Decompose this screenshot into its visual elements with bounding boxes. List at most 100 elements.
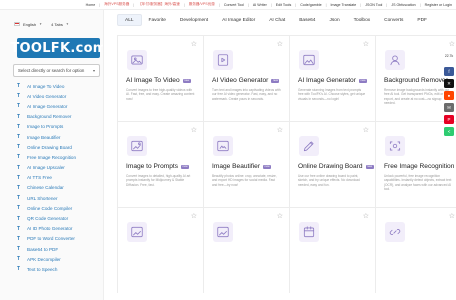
sidebar: English ▼ 4 Tabs ▼ TOOLFK.com Select dir…: [0, 10, 104, 300]
sidebar-item[interactable]: T PDF to Word Converter: [0, 234, 103, 244]
sidebar-item[interactable]: T AI Image Upscaler: [0, 163, 103, 173]
tool-description: Convert images to detailed, high-quality…: [126, 174, 191, 187]
sidebar-item[interactable]: T AI Image Generator: [0, 101, 103, 111]
sidebar-item-label: PDF to Word Converter: [27, 236, 75, 242]
category-tab[interactable]: ALL: [117, 14, 142, 26]
reddit-share-icon[interactable]: ●: [444, 91, 454, 100]
category-tab[interactable]: PDF: [410, 14, 434, 26]
tool-description: Use our free online drawing board to pai…: [298, 174, 360, 187]
category-tab[interactable]: Base64: [292, 14, 322, 26]
sidebar-item[interactable]: T AI Video Generator: [0, 91, 103, 101]
tool-title: AI Video Generator new: [212, 77, 281, 85]
star-icon[interactable]: ☆: [191, 40, 197, 48]
tool-card[interactable]: ☆ AI Image To Video new Convert images to f…: [117, 35, 203, 121]
twitter-share-icon[interactable]: ✕: [444, 79, 454, 88]
star-icon[interactable]: ☆: [363, 212, 369, 220]
star-icon[interactable]: ☆: [449, 212, 455, 220]
sidebar-item[interactable]: T Free Image Recognition: [0, 152, 103, 162]
star-icon[interactable]: ☆: [277, 212, 283, 220]
category-tab[interactable]: Toolbox: [347, 14, 378, 26]
tool-title-text: AI Video Generator: [212, 77, 269, 84]
sidebar-item-label: Text to Speech: [27, 266, 58, 272]
star-icon[interactable]: ☆: [363, 126, 369, 134]
category-tabs: ALL Favorite Development AI Image Editor AI …: [104, 10, 456, 30]
tool-description: Generate stunning images from text promp…: [298, 88, 366, 101]
sidebar-item[interactable]: T Online Drawing Board: [0, 142, 103, 152]
star-icon[interactable]: ☆: [277, 40, 283, 48]
email-share-icon[interactable]: ✉: [444, 103, 454, 112]
sidebar-item[interactable]: T AI TTS Free: [0, 173, 103, 183]
tool-title: AI Image To Video new: [126, 77, 195, 85]
tool-card[interactable]: ☆ Image to Prompts new Convert images to de…: [117, 121, 203, 207]
divider: |: [270, 2, 272, 7]
tool-search-select[interactable]: Select directly or search for option ▾: [13, 64, 100, 77]
top-link[interactable]: 海外VPS服务器: [104, 2, 129, 7]
sidebar-item-label: Background Remover: [27, 114, 72, 120]
tool-card[interactable]: ☆: [203, 207, 289, 293]
sidebar-item-label: AI TTS Free: [27, 175, 52, 181]
sidebar-item[interactable]: T URL Shortener: [0, 193, 103, 203]
tool-icon: T: [17, 256, 21, 263]
image-beautifier-icon: [213, 136, 233, 156]
main-content: ALL Favorite Development AI Image Editor AI …: [104, 10, 456, 300]
category-tab[interactable]: Favorite: [142, 14, 173, 26]
tool-card[interactable]: ☆: [375, 207, 456, 293]
sidebar-item[interactable]: T AI ID Photo Generator: [0, 224, 103, 234]
facebook-share-icon[interactable]: f: [444, 67, 454, 76]
star-icon[interactable]: ☆: [277, 126, 283, 134]
top-link[interactable]: 服务器/VPS优惠: [189, 2, 215, 7]
share-share-icon[interactable]: <: [444, 127, 454, 136]
sidebar-item[interactable]: T Chinese Calendar: [0, 183, 103, 193]
sidebar-item[interactable]: T Image to Prompts: [0, 122, 103, 132]
tool-title-text: AI Image Generator: [298, 77, 356, 84]
tool-title: Online Drawing Board new: [298, 163, 374, 171]
tool-card[interactable]: ☆ AI Image Generator new Generate stunning …: [289, 35, 375, 121]
language-selector-row: English ▼ 4 Tabs ▼: [0, 10, 103, 30]
category-tab[interactable]: Development: [173, 14, 215, 26]
star-icon[interactable]: ☆: [363, 40, 369, 48]
site-logo[interactable]: TOOLFK.com: [10, 38, 103, 58]
tool-card[interactable]: ☆ Image Beautifier new Beautify photos onli…: [203, 121, 289, 207]
top-link[interactable]: Home: [86, 3, 96, 7]
language-selector[interactable]: English: [23, 22, 36, 27]
sidebar-item[interactable]: T APK Decompiler: [0, 254, 103, 264]
top-link[interactable]: AI Writer: [253, 3, 267, 7]
category-tab[interactable]: Converts: [377, 14, 410, 26]
divider: |: [183, 2, 185, 7]
sidebar-item[interactable]: T Online Code Compiler: [0, 203, 103, 213]
tool-icon: T: [17, 113, 21, 120]
star-icon[interactable]: ☆: [191, 212, 197, 220]
category-tab[interactable]: AI Image Editor: [215, 14, 262, 26]
top-link[interactable]: Image Translate: [331, 3, 357, 7]
sidebar-item[interactable]: T Text to Speech: [0, 264, 103, 274]
top-link[interactable]: Convert Tool: [224, 3, 244, 7]
tool-icon: T: [17, 195, 21, 202]
tool-card[interactable]: ☆ AI Video Generator new Turn text and imag…: [203, 35, 289, 121]
top-link[interactable]: JS Obfuscation: [391, 3, 415, 7]
divider: |: [386, 2, 388, 7]
top-link[interactable]: Code/gamble: [300, 3, 321, 7]
pinterest-share-icon[interactable]: P: [444, 115, 454, 124]
sidebar-item[interactable]: T Base64 to PDF: [0, 244, 103, 254]
top-link[interactable]: JSON Tool: [365, 3, 382, 7]
star-icon[interactable]: ☆: [449, 40, 455, 48]
top-link[interactable]: 【年付/服务器】海外/高速: [138, 2, 180, 7]
tool-card[interactable]: ☆: [117, 207, 203, 293]
category-tab[interactable]: Json: [322, 14, 346, 26]
sidebar-item[interactable]: T AI Image To Video: [0, 81, 103, 91]
drawing-board-icon: [299, 136, 319, 156]
tool-card[interactable]: ☆ Online Drawing Board new Use our free onl…: [289, 121, 375, 207]
tool-card[interactable]: ☆: [289, 207, 375, 293]
top-link[interactable]: Edit Tools: [276, 3, 292, 7]
sidebar-item[interactable]: T Background Remover: [0, 112, 103, 122]
category-tab[interactable]: AI Chat: [262, 14, 292, 26]
sidebar-item-label: Free Image Recognition: [27, 154, 77, 160]
sidebar-item[interactable]: T Image Beautifier: [0, 132, 103, 142]
link-icon: [385, 222, 405, 242]
star-icon[interactable]: ☆: [191, 126, 197, 134]
sidebar-item-label: Image Beautifier: [27, 134, 61, 140]
calendar-icon: [299, 222, 319, 242]
top-link[interactable]: Register or Login: [425, 3, 452, 7]
tab-mode-selector[interactable]: 4 Tabs: [51, 22, 63, 27]
sidebar-item[interactable]: T QR Code Generator: [0, 213, 103, 223]
